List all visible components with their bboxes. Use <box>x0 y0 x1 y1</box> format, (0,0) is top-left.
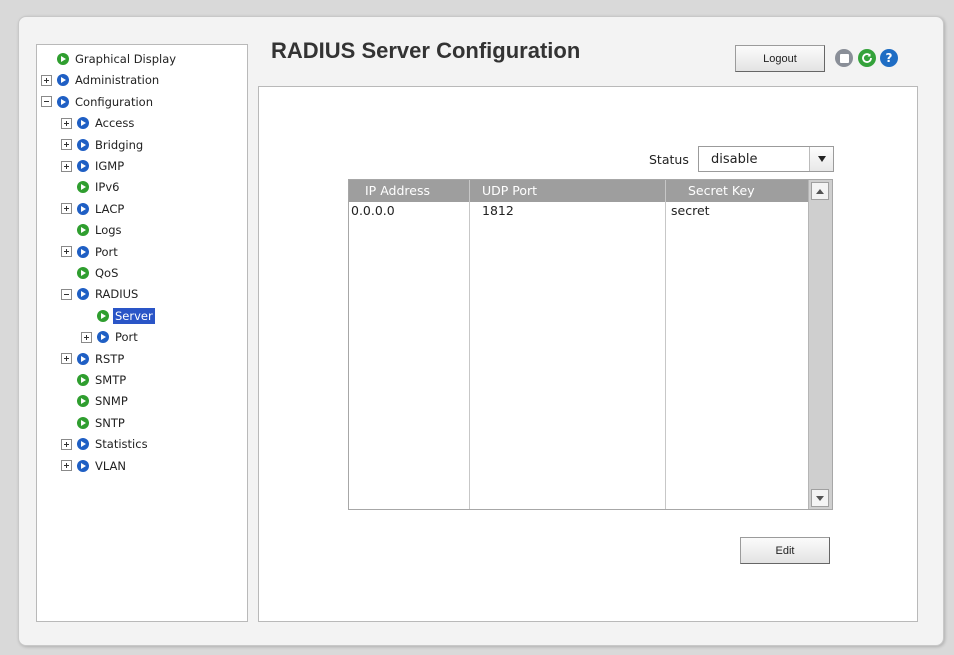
tree-item-vlan[interactable]: VLAN <box>61 456 128 476</box>
navigation-tree: Graphical Display Administration Configura… <box>36 44 248 622</box>
status-select-value: disable <box>711 151 758 167</box>
expand-icon[interactable] <box>61 139 72 151</box>
radius-server-table: IP Address UDP Port Secret Key 0.0.0.0 1… <box>348 179 833 510</box>
tree-item-label: Graphical Display <box>75 52 177 66</box>
edit-button[interactable]: Edit <box>740 537 830 564</box>
arrow-right-icon <box>97 309 109 322</box>
tree-item-label: IGMP <box>95 159 125 173</box>
arrow-right-icon <box>77 416 89 429</box>
arrow-right-icon <box>77 459 89 472</box>
tree-item-label: Statistics <box>95 437 148 452</box>
arrow-right-icon <box>77 352 89 365</box>
tree-item-logs[interactable]: Logs <box>61 220 124 240</box>
tree-item-rstp[interactable]: RSTP <box>61 349 126 369</box>
page-title: RADIUS Server Configuration <box>271 38 581 63</box>
tree-item-label: RSTP <box>95 351 125 366</box>
tree-item-label: Administration <box>75 73 160 88</box>
tree-item-smtp[interactable]: SMTP <box>61 370 128 390</box>
expand-icon[interactable] <box>61 246 72 258</box>
tree-item-label: SNMP <box>95 394 128 409</box>
table-header: IP Address UDP Port Secret Key <box>349 180 809 202</box>
tree-item-label: IPv6 <box>95 180 120 195</box>
cell-udp-port: 1812 <box>482 203 514 218</box>
tree-item-label: Port <box>115 330 138 345</box>
tree-item-label: SNTP <box>95 415 125 430</box>
collapse-icon[interactable] <box>61 288 72 300</box>
arrow-right-icon <box>77 202 89 215</box>
expand-icon[interactable] <box>61 160 72 172</box>
vertical-scrollbar[interactable] <box>808 180 832 509</box>
tree-item-port[interactable]: Port <box>81 327 140 347</box>
arrow-right-icon <box>77 160 89 172</box>
tree-item-lacp[interactable]: LACP <box>61 199 126 219</box>
tree-item-igmp[interactable]: IGMP <box>61 156 126 176</box>
logout-button[interactable]: Logout <box>735 45 825 72</box>
expand-icon[interactable] <box>81 331 92 343</box>
arrow-right-icon <box>77 138 89 151</box>
cell-ip-address: 0.0.0.0 <box>351 203 395 218</box>
tree-item-configuration[interactable]: Configuration <box>41 92 155 112</box>
tree-item-port[interactable]: Port <box>61 242 120 262</box>
scroll-up-icon[interactable] <box>811 182 829 200</box>
arrow-right-icon <box>77 181 89 194</box>
tree-item-radius[interactable]: RADIUS <box>61 284 140 304</box>
expand-icon[interactable] <box>61 117 72 129</box>
arrow-right-icon <box>57 74 69 87</box>
expand-icon[interactable] <box>61 203 72 215</box>
column-divider <box>665 180 666 509</box>
tree-item-graphical-display[interactable]: Graphical Display <box>41 49 178 69</box>
expand-icon[interactable] <box>61 353 72 365</box>
arrow-right-icon <box>77 395 89 408</box>
tree-item-label: QoS <box>95 266 119 280</box>
help-icon[interactable]: ? <box>880 49 898 67</box>
column-header-udp-port[interactable]: UDP Port <box>482 183 537 198</box>
tree-item-label: Configuration <box>75 94 153 109</box>
cell-secret-key: secret <box>671 203 710 218</box>
tree-item-label: Server <box>113 307 155 324</box>
expand-icon[interactable] <box>61 438 72 450</box>
tree-item-label: Bridging <box>95 137 144 152</box>
arrow-right-icon <box>97 331 109 344</box>
tree-item-statistics[interactable]: Statistics <box>61 434 150 454</box>
column-header-ip-address[interactable]: IP Address <box>365 183 430 198</box>
tree-item-qos[interactable]: QoS <box>61 263 120 283</box>
tree-item-label: Access <box>95 116 135 131</box>
tree-item-sntp[interactable]: SNTP <box>61 413 127 433</box>
tree-item-administration[interactable]: Administration <box>41 70 161 90</box>
scroll-down-icon[interactable] <box>811 489 829 507</box>
tree-item-server[interactable]: Server <box>81 306 155 326</box>
tree-item-label: SMTP <box>95 373 127 387</box>
collapse-icon[interactable] <box>41 96 52 108</box>
tree-item-bridging[interactable]: Bridging <box>61 135 145 155</box>
arrow-right-icon <box>77 288 89 301</box>
expand-icon[interactable] <box>61 460 72 472</box>
arrow-right-icon <box>77 224 89 237</box>
expand-icon[interactable] <box>41 74 52 86</box>
arrow-right-icon <box>77 374 89 386</box>
refresh-icon[interactable] <box>858 49 876 67</box>
tree-item-label: VLAN <box>95 458 127 473</box>
tree-item-ipv6[interactable]: IPv6 <box>61 177 121 197</box>
arrow-right-icon <box>57 95 69 108</box>
column-divider <box>469 180 470 509</box>
column-header-secret-key[interactable]: Secret Key <box>688 183 755 198</box>
status-label: Status <box>649 152 689 167</box>
chevron-down-icon[interactable] <box>809 147 833 171</box>
arrow-right-icon <box>57 53 69 65</box>
tree-item-label: Logs <box>95 223 122 238</box>
arrow-right-icon <box>77 245 89 258</box>
tree-item-access[interactable]: Access <box>61 113 136 133</box>
tree-item-label: LACP <box>95 201 125 216</box>
tree-item-label: Port <box>95 244 118 259</box>
arrow-right-icon <box>77 267 89 279</box>
tree-item-label: RADIUS <box>95 287 139 302</box>
save-icon[interactable] <box>835 49 853 67</box>
arrow-right-icon <box>77 117 89 130</box>
status-select[interactable]: disable <box>698 146 834 172</box>
arrow-right-icon <box>77 438 89 451</box>
tree-item-snmp[interactable]: SNMP <box>61 391 130 411</box>
